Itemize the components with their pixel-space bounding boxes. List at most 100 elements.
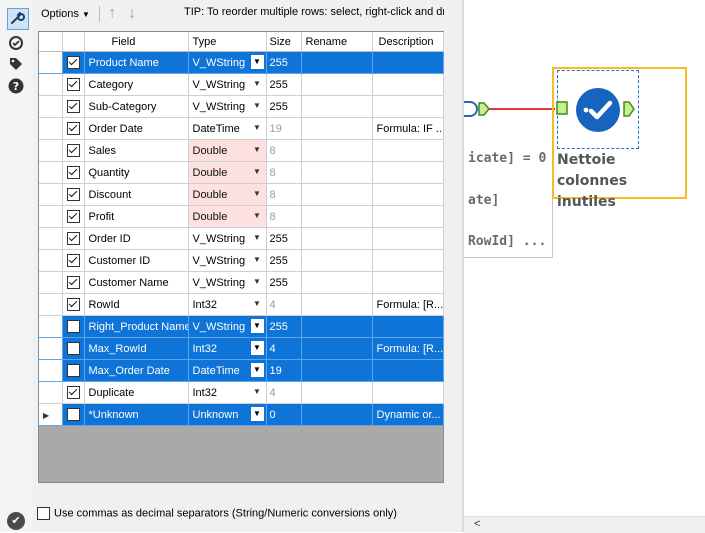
type-dropdown-icon[interactable]: ▼ (251, 143, 264, 157)
rename-cell[interactable] (301, 117, 373, 140)
type-dropdown-icon[interactable]: ▼ (250, 407, 264, 421)
row-header[interactable] (39, 205, 63, 228)
row-checkbox[interactable] (66, 364, 80, 377)
description-cell[interactable]: Formula: [R... (372, 293, 444, 316)
size-cell[interactable]: 255 (266, 73, 302, 96)
row-select-cell[interactable] (62, 95, 85, 118)
type-dropdown-icon[interactable]: ▼ (250, 55, 264, 69)
type-cell[interactable]: Int32 ▼ (188, 293, 267, 316)
description-cell[interactable] (372, 161, 444, 184)
type-dropdown-icon[interactable]: ▼ (251, 121, 264, 135)
type-dropdown-icon[interactable]: ▼ (250, 341, 264, 355)
row-header[interactable] (39, 227, 63, 250)
field-name-cell[interactable]: Order Date (84, 117, 189, 140)
field-name-cell[interactable]: Customer ID (84, 249, 189, 272)
field-name-cell[interactable]: *Unknown (84, 403, 189, 426)
rename-column-header[interactable]: Rename (301, 32, 373, 52)
row-checkbox[interactable] (66, 188, 80, 201)
row-checkbox[interactable] (66, 78, 80, 91)
size-cell[interactable]: 255 (266, 249, 302, 272)
rename-cell[interactable] (301, 161, 373, 184)
description-cell[interactable] (372, 183, 444, 206)
row-select-cell[interactable] (62, 73, 85, 96)
description-cell[interactable]: Formula: IF ... (372, 117, 444, 140)
table-row[interactable]: Order ID V_WString ▼ 255 (39, 227, 444, 250)
rename-cell[interactable] (301, 381, 373, 404)
table-row[interactable]: Max_RowId Int32 ▼ 4 Formula: [R... (39, 337, 444, 360)
move-up-icon[interactable]: ⭡ (109, 6, 115, 22)
rename-cell[interactable] (301, 271, 373, 294)
rename-cell[interactable] (301, 337, 373, 360)
row-header[interactable] (39, 381, 63, 404)
type-cell[interactable]: V_WString ▼ (188, 271, 267, 294)
type-cell[interactable]: DateTime ▼ (188, 117, 267, 140)
row-header[interactable] (39, 161, 63, 184)
options-menu[interactable]: Options ▼ (41, 8, 90, 20)
size-cell[interactable]: 255 (266, 95, 302, 118)
description-cell[interactable] (372, 73, 444, 96)
tool-annotation-label[interactable]: Nettoie colonnes inutiles (557, 150, 682, 213)
rename-cell[interactable] (301, 95, 373, 118)
help-icon[interactable]: ? (8, 78, 24, 94)
decimal-commas-checkbox[interactable] (37, 507, 50, 520)
tag-icon[interactable] (8, 56, 24, 72)
rename-cell[interactable] (301, 139, 373, 162)
description-cell[interactable]: Dynamic or... (372, 403, 444, 426)
row-select-cell[interactable] (62, 183, 85, 206)
size-cell[interactable]: 8 (266, 205, 302, 228)
configuration-icon[interactable] (9, 10, 25, 26)
row-header[interactable] (39, 117, 63, 140)
size-column-header[interactable]: Size (266, 32, 302, 52)
rename-cell[interactable] (301, 73, 373, 96)
rename-cell[interactable] (301, 51, 373, 74)
row-header[interactable] (39, 139, 63, 162)
field-column-header[interactable]: Field (84, 32, 189, 52)
rename-cell[interactable] (301, 227, 373, 250)
row-select-cell[interactable] (62, 337, 85, 360)
row-checkbox[interactable] (66, 254, 80, 267)
row-select-cell[interactable] (62, 381, 85, 404)
table-row[interactable]: Discount Double ▼ 8 (39, 183, 444, 206)
size-cell[interactable]: 255 (266, 271, 302, 294)
type-cell[interactable]: V_WString ▼ (188, 315, 267, 338)
description-cell[interactable] (372, 51, 444, 74)
row-checkbox[interactable] (66, 122, 80, 135)
type-dropdown-icon[interactable]: ▼ (251, 77, 264, 91)
table-row[interactable]: Category V_WString ▼ 255 (39, 73, 444, 96)
type-dropdown-icon[interactable]: ▼ (251, 231, 264, 245)
type-dropdown-icon[interactable]: ▼ (251, 165, 264, 179)
type-cell[interactable]: Int32 ▼ (188, 337, 267, 360)
row-checkbox[interactable] (66, 298, 80, 311)
row-select-cell[interactable] (62, 117, 85, 140)
table-row[interactable]: Order Date DateTime ▼ 19 Formula: IF ... (39, 117, 444, 140)
rename-cell[interactable] (301, 359, 373, 382)
type-dropdown-icon[interactable]: ▼ (251, 297, 264, 311)
row-header[interactable] (39, 95, 63, 118)
rename-cell[interactable] (301, 403, 373, 426)
row-checkbox[interactable] (66, 100, 80, 113)
row-select-cell[interactable] (62, 139, 85, 162)
row-select-cell[interactable] (62, 205, 85, 228)
type-dropdown-icon[interactable]: ▼ (250, 363, 264, 377)
field-name-cell[interactable]: Customer Name (84, 271, 189, 294)
size-cell[interactable]: 4 (266, 293, 302, 316)
row-header[interactable] (39, 51, 63, 74)
type-cell[interactable]: Unknown ▼ (188, 403, 267, 426)
row-checkbox[interactable] (66, 56, 80, 69)
size-cell[interactable]: 255 (266, 51, 302, 74)
row-checkbox[interactable] (66, 144, 80, 157)
ok-icon[interactable]: ✔ (7, 512, 25, 530)
table-row[interactable]: Max_Order Date DateTime ▼ 19 (39, 359, 444, 382)
row-header[interactable] (39, 73, 63, 96)
table-row[interactable]: RowId Int32 ▼ 4 Formula: [R... (39, 293, 444, 316)
description-cell[interactable] (372, 359, 444, 382)
row-checkbox[interactable] (66, 342, 80, 355)
table-row[interactable]: Product Name V_WString ▼ 255 (39, 51, 444, 74)
row-header[interactable]: ▶ (39, 403, 63, 426)
row-header[interactable] (39, 183, 63, 206)
type-cell[interactable]: V_WString ▼ (188, 51, 267, 74)
row-header[interactable] (39, 293, 63, 316)
field-name-cell[interactable]: Order ID (84, 227, 189, 250)
scroll-left-icon[interactable]: < (474, 518, 480, 530)
output-anchor-icon[interactable] (623, 101, 635, 120)
